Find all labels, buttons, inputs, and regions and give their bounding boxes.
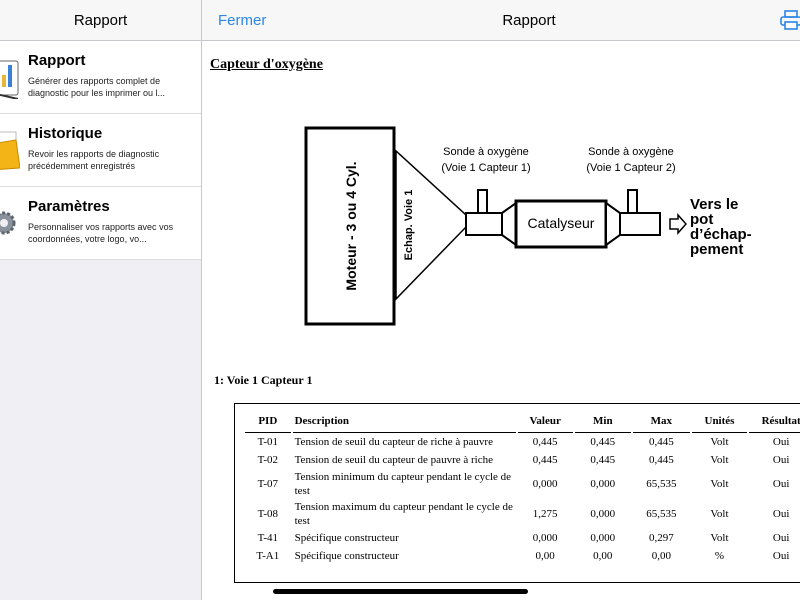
cell-min: 0,000 xyxy=(590,478,616,490)
column-header-unites: Unités xyxy=(691,410,748,433)
sidebar-nav-bar: Rapport xyxy=(0,0,201,41)
cell-description: Tension de seuil du capteur de riche à p… xyxy=(294,436,493,448)
cell-max: 0,445 xyxy=(648,436,674,448)
cell-valeur: 0,445 xyxy=(532,454,558,466)
sidebar-item-historique[interactable]: Historique Revoir les rapports de diagno… xyxy=(0,114,201,187)
catalyst-outlet-cone xyxy=(605,201,621,247)
pipe-segment xyxy=(465,212,503,236)
cell-unites: % xyxy=(714,550,725,562)
cell-description: Tension minimum du capteur pendant le cy… xyxy=(294,471,512,497)
sensor-1-label: Sonde à oxygène xyxy=(443,146,529,158)
sidebar-item-parametres[interactable]: Paramètres Personnaliser vos rapports av… xyxy=(0,187,201,260)
cell-min: 0,000 xyxy=(590,532,616,544)
report-icon xyxy=(0,60,19,99)
cell-description: Tension de seuil du capteur de pauvre à … xyxy=(294,454,493,466)
sidebar-item-rapport[interactable]: Rapport Générer des rapports complet de … xyxy=(0,41,201,114)
cell-min: 0,00 xyxy=(593,550,613,562)
cell-max: 65,535 xyxy=(646,478,677,490)
page-title: Rapport xyxy=(502,12,556,29)
results-table-frame: PID Description Valeur Min Max Unités Ré… xyxy=(234,403,800,583)
sidebar-list: Rapport Générer des rapports complet de … xyxy=(0,41,201,260)
cell-unites: Volt xyxy=(710,478,729,490)
sensor-2-label: Sonde à oxygène xyxy=(588,146,674,158)
sidebar-item-desc: Générer des rapports complet de diagnost… xyxy=(28,76,166,98)
catalyst-label: Catalyseur xyxy=(528,215,595,231)
sidebar-item-desc: Personnaliser vos rapports avec vos coor… xyxy=(28,222,174,244)
cell-unites: Volt xyxy=(710,532,729,544)
cell-valeur: 0,00 xyxy=(535,550,555,562)
outlet-arrow-icon xyxy=(669,213,688,235)
cell-pid: T-A1 xyxy=(256,550,280,562)
cell-valeur: 1,275 xyxy=(532,508,558,520)
column-header-description: Description xyxy=(292,410,516,433)
table-row: T-02 Tension de seuil du capteur de pauv… xyxy=(245,451,800,469)
outlet-label-4: pement xyxy=(690,241,743,258)
engine-label: Moteur - 3 ou 4 Cyl. xyxy=(343,161,359,290)
sensor-2-label-sub: (Voie 1 Capteur 2) xyxy=(586,162,675,174)
cell-valeur: 0,000 xyxy=(532,478,558,490)
pipe-segment xyxy=(619,212,661,236)
cell-resultat: Oui xyxy=(772,478,790,490)
table-row: T-41 Spécifique constructeur 0,000 0,000… xyxy=(245,529,800,547)
cell-unites: Volt xyxy=(710,508,729,520)
sensor-subtitle: 1: Voie 1 Capteur 1 xyxy=(214,373,313,387)
table-row: T-07 Tension minimum du capteur pendant … xyxy=(245,469,800,499)
cell-unites: Volt xyxy=(710,454,729,466)
report-content: Capteur d'oxygène Moteur - 3 ou 4 Cyl. E… xyxy=(202,41,800,600)
cell-resultat: Oui xyxy=(772,550,790,562)
cell-resultat: Oui xyxy=(772,436,790,448)
sensor-1-label-sub: (Voie 1 Capteur 1) xyxy=(441,162,530,174)
sidebar-title: Rapport xyxy=(73,12,128,29)
column-header-max: Max xyxy=(633,410,690,433)
cell-valeur: 0,445 xyxy=(532,436,558,448)
main-nav-bar: Fermer Rapport xyxy=(202,0,800,41)
column-header-pid: PID xyxy=(245,410,291,433)
cell-pid: T-07 xyxy=(257,478,278,490)
home-indicator[interactable] xyxy=(273,589,528,594)
cell-pid: T-08 xyxy=(257,508,278,520)
cell-description: Spécifique constructeur xyxy=(294,532,399,544)
cell-max: 65,535 xyxy=(646,508,677,520)
section-title: Capteur d'oxygène xyxy=(210,57,323,72)
column-header-min: Min xyxy=(574,410,632,433)
cell-max: 0,00 xyxy=(651,550,671,562)
cell-pid: T-02 xyxy=(257,454,278,466)
cell-min: 0,000 xyxy=(590,508,616,520)
cell-pid: T-01 xyxy=(257,436,278,448)
table-row: T-A1 Spécifique constructeur 0,00 0,00 0… xyxy=(245,547,800,565)
gear-icon xyxy=(0,211,16,235)
results-table: PID Description Valeur Min Max Unités Ré… xyxy=(243,410,800,565)
table-header-row: PID Description Valeur Min Max Unités Ré… xyxy=(245,410,800,433)
cell-resultat: Oui xyxy=(772,532,790,544)
cell-max: 0,445 xyxy=(648,454,674,466)
table-row: T-08 Tension maximum du capteur pendant … xyxy=(245,499,800,529)
cell-resultat: Oui xyxy=(772,508,790,520)
sidebar-item-desc: Revoir les rapports de diagnostic précéd… xyxy=(28,149,160,171)
cell-description: Tension maximum du capteur pendant le cy… xyxy=(294,501,513,527)
cell-unites: Volt xyxy=(710,436,729,448)
sidebar-item-title: Paramètres xyxy=(28,198,110,215)
folder-icon xyxy=(0,131,20,170)
cell-valeur: 0,000 xyxy=(532,532,558,544)
cell-pid: T-41 xyxy=(257,532,278,544)
sidebar-item-title: Historique xyxy=(28,125,103,142)
oxygen-sensor-diagram: Moteur - 3 ou 4 Cyl. Echap. Voie 1 Catal… xyxy=(304,126,752,326)
sensor-1-stem xyxy=(477,189,488,214)
cell-resultat: Oui xyxy=(772,454,790,466)
sensor-2-stem xyxy=(627,189,638,214)
sidebar-item-title: Rapport xyxy=(28,52,86,69)
printer-icon[interactable] xyxy=(780,10,800,30)
table-row: T-01 Tension de seuil du capteur de rich… xyxy=(245,433,800,451)
column-header-resultat: Résultat xyxy=(749,410,800,433)
cell-min: 0,445 xyxy=(590,454,616,466)
catalyst-inlet-cone xyxy=(501,201,517,247)
exhaust-label: Echap. Voie 1 xyxy=(403,190,415,261)
column-header-valeur: Valeur xyxy=(517,410,573,433)
cell-max: 0,297 xyxy=(648,532,674,544)
cell-description: Spécifique constructeur xyxy=(294,550,399,562)
sidebar: Rapport Rapport Générer des rapports com… xyxy=(0,0,202,600)
cell-min: 0,445 xyxy=(590,436,616,448)
